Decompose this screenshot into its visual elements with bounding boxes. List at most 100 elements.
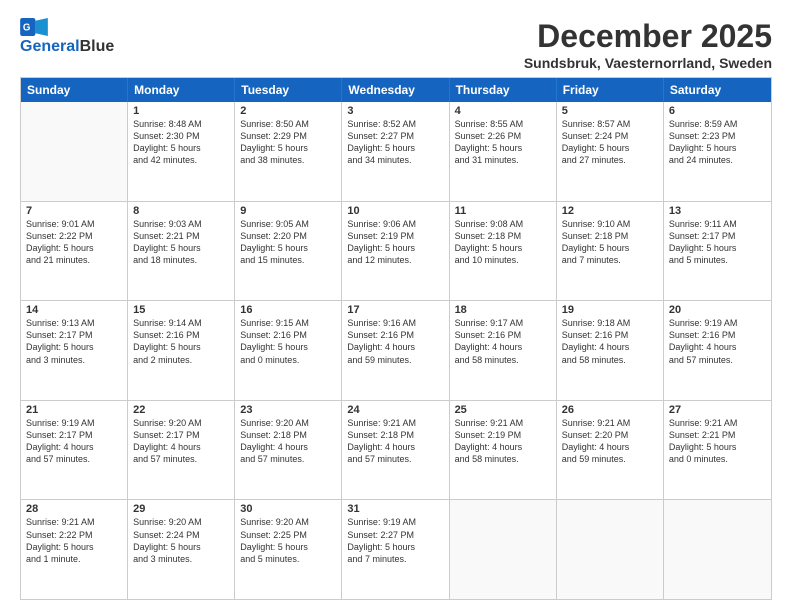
calendar-day-5: 5Sunrise: 8:57 AM Sunset: 2:24 PM Daylig… [557, 102, 664, 201]
day-info: Sunrise: 9:13 AM Sunset: 2:17 PM Dayligh… [26, 317, 122, 366]
day-number: 31 [347, 503, 443, 515]
day-number: 15 [133, 304, 229, 316]
calendar-day-30: 30Sunrise: 9:20 AM Sunset: 2:25 PM Dayli… [235, 500, 342, 599]
calendar-day-13: 13Sunrise: 9:11 AM Sunset: 2:17 PM Dayli… [664, 202, 771, 301]
day-info: Sunrise: 9:20 AM Sunset: 2:24 PM Dayligh… [133, 516, 229, 565]
day-info: Sunrise: 8:57 AM Sunset: 2:24 PM Dayligh… [562, 118, 658, 167]
calendar-day-22: 22Sunrise: 9:20 AM Sunset: 2:17 PM Dayli… [128, 401, 235, 500]
day-number: 3 [347, 105, 443, 117]
day-info: Sunrise: 9:18 AM Sunset: 2:16 PM Dayligh… [562, 317, 658, 366]
day-info: Sunrise: 9:17 AM Sunset: 2:16 PM Dayligh… [455, 317, 551, 366]
logo-text: GeneralBlue [20, 38, 114, 56]
day-number: 2 [240, 105, 336, 117]
day-info: Sunrise: 9:21 AM Sunset: 2:21 PM Dayligh… [669, 417, 766, 466]
calendar-day-11: 11Sunrise: 9:08 AM Sunset: 2:18 PM Dayli… [450, 202, 557, 301]
day-number: 10 [347, 205, 443, 217]
day-info: Sunrise: 9:03 AM Sunset: 2:21 PM Dayligh… [133, 218, 229, 267]
day-info: Sunrise: 9:11 AM Sunset: 2:17 PM Dayligh… [669, 218, 766, 267]
subtitle: Sundsbruk, Vaesternorrland, Sweden [524, 55, 772, 71]
day-number: 26 [562, 404, 658, 416]
calendar-week-5: 28Sunrise: 9:21 AM Sunset: 2:22 PM Dayli… [21, 499, 771, 599]
calendar-day-8: 8Sunrise: 9:03 AM Sunset: 2:21 PM Daylig… [128, 202, 235, 301]
day-number: 25 [455, 404, 551, 416]
header-day-thursday: Thursday [450, 78, 557, 102]
calendar-day-29: 29Sunrise: 9:20 AM Sunset: 2:24 PM Dayli… [128, 500, 235, 599]
day-number: 28 [26, 503, 122, 515]
day-number: 17 [347, 304, 443, 316]
calendar-day-6: 6Sunrise: 8:59 AM Sunset: 2:23 PM Daylig… [664, 102, 771, 201]
calendar: SundayMondayTuesdayWednesdayThursdayFrid… [20, 77, 772, 600]
day-info: Sunrise: 9:20 AM Sunset: 2:25 PM Dayligh… [240, 516, 336, 565]
day-info: Sunrise: 9:01 AM Sunset: 2:22 PM Dayligh… [26, 218, 122, 267]
day-number: 5 [562, 105, 658, 117]
day-number: 14 [26, 304, 122, 316]
day-info: Sunrise: 9:19 AM Sunset: 2:16 PM Dayligh… [669, 317, 766, 366]
day-info: Sunrise: 9:20 AM Sunset: 2:18 PM Dayligh… [240, 417, 336, 466]
header: G GeneralBlue December 2025 Sundsbruk, V… [20, 18, 772, 71]
calendar-day-26: 26Sunrise: 9:21 AM Sunset: 2:20 PM Dayli… [557, 401, 664, 500]
header-day-tuesday: Tuesday [235, 78, 342, 102]
calendar-day-23: 23Sunrise: 9:20 AM Sunset: 2:18 PM Dayli… [235, 401, 342, 500]
calendar-day-27: 27Sunrise: 9:21 AM Sunset: 2:21 PM Dayli… [664, 401, 771, 500]
calendar-day-16: 16Sunrise: 9:15 AM Sunset: 2:16 PM Dayli… [235, 301, 342, 400]
header-day-sunday: Sunday [21, 78, 128, 102]
day-info: Sunrise: 8:59 AM Sunset: 2:23 PM Dayligh… [669, 118, 766, 167]
calendar-empty [664, 500, 771, 599]
day-number: 21 [26, 404, 122, 416]
day-info: Sunrise: 9:19 AM Sunset: 2:17 PM Dayligh… [26, 417, 122, 466]
calendar-day-12: 12Sunrise: 9:10 AM Sunset: 2:18 PM Dayli… [557, 202, 664, 301]
day-number: 13 [669, 205, 766, 217]
day-info: Sunrise: 8:50 AM Sunset: 2:29 PM Dayligh… [240, 118, 336, 167]
calendar-day-17: 17Sunrise: 9:16 AM Sunset: 2:16 PM Dayli… [342, 301, 449, 400]
day-number: 1 [133, 105, 229, 117]
calendar-week-2: 7Sunrise: 9:01 AM Sunset: 2:22 PM Daylig… [21, 201, 771, 301]
calendar-day-14: 14Sunrise: 9:13 AM Sunset: 2:17 PM Dayli… [21, 301, 128, 400]
calendar-empty [557, 500, 664, 599]
day-info: Sunrise: 9:06 AM Sunset: 2:19 PM Dayligh… [347, 218, 443, 267]
day-number: 20 [669, 304, 766, 316]
day-info: Sunrise: 8:48 AM Sunset: 2:30 PM Dayligh… [133, 118, 229, 167]
day-number: 29 [133, 503, 229, 515]
calendar-day-1: 1Sunrise: 8:48 AM Sunset: 2:30 PM Daylig… [128, 102, 235, 201]
day-info: Sunrise: 9:16 AM Sunset: 2:16 PM Dayligh… [347, 317, 443, 366]
title-block: December 2025 Sundsbruk, Vaesternorrland… [524, 18, 772, 71]
day-info: Sunrise: 8:55 AM Sunset: 2:26 PM Dayligh… [455, 118, 551, 167]
day-info: Sunrise: 8:52 AM Sunset: 2:27 PM Dayligh… [347, 118, 443, 167]
day-number: 12 [562, 205, 658, 217]
logo: G GeneralBlue [20, 18, 114, 56]
calendar-day-9: 9Sunrise: 9:05 AM Sunset: 2:20 PM Daylig… [235, 202, 342, 301]
calendar-empty [21, 102, 128, 201]
day-number: 30 [240, 503, 336, 515]
calendar-day-18: 18Sunrise: 9:17 AM Sunset: 2:16 PM Dayli… [450, 301, 557, 400]
calendar-day-20: 20Sunrise: 9:19 AM Sunset: 2:16 PM Dayli… [664, 301, 771, 400]
day-info: Sunrise: 9:14 AM Sunset: 2:16 PM Dayligh… [133, 317, 229, 366]
day-info: Sunrise: 9:21 AM Sunset: 2:20 PM Dayligh… [562, 417, 658, 466]
day-number: 19 [562, 304, 658, 316]
calendar-body: 1Sunrise: 8:48 AM Sunset: 2:30 PM Daylig… [21, 102, 771, 599]
calendar-empty [450, 500, 557, 599]
calendar-day-4: 4Sunrise: 8:55 AM Sunset: 2:26 PM Daylig… [450, 102, 557, 201]
calendar-day-2: 2Sunrise: 8:50 AM Sunset: 2:29 PM Daylig… [235, 102, 342, 201]
day-number: 22 [133, 404, 229, 416]
day-number: 16 [240, 304, 336, 316]
day-number: 27 [669, 404, 766, 416]
day-number: 24 [347, 404, 443, 416]
calendar-day-7: 7Sunrise: 9:01 AM Sunset: 2:22 PM Daylig… [21, 202, 128, 301]
calendar-week-4: 21Sunrise: 9:19 AM Sunset: 2:17 PM Dayli… [21, 400, 771, 500]
day-info: Sunrise: 9:08 AM Sunset: 2:18 PM Dayligh… [455, 218, 551, 267]
day-info: Sunrise: 9:15 AM Sunset: 2:16 PM Dayligh… [240, 317, 336, 366]
calendar-day-31: 31Sunrise: 9:19 AM Sunset: 2:27 PM Dayli… [342, 500, 449, 599]
svg-text:G: G [23, 22, 31, 33]
day-number: 7 [26, 205, 122, 217]
day-number: 18 [455, 304, 551, 316]
main-title: December 2025 [524, 18, 772, 55]
day-info: Sunrise: 9:20 AM Sunset: 2:17 PM Dayligh… [133, 417, 229, 466]
day-info: Sunrise: 9:21 AM Sunset: 2:19 PM Dayligh… [455, 417, 551, 466]
calendar-day-25: 25Sunrise: 9:21 AM Sunset: 2:19 PM Dayli… [450, 401, 557, 500]
header-day-wednesday: Wednesday [342, 78, 449, 102]
header-day-monday: Monday [128, 78, 235, 102]
header-day-friday: Friday [557, 78, 664, 102]
calendar-day-28: 28Sunrise: 9:21 AM Sunset: 2:22 PM Dayli… [21, 500, 128, 599]
day-number: 4 [455, 105, 551, 117]
calendar-week-3: 14Sunrise: 9:13 AM Sunset: 2:17 PM Dayli… [21, 300, 771, 400]
